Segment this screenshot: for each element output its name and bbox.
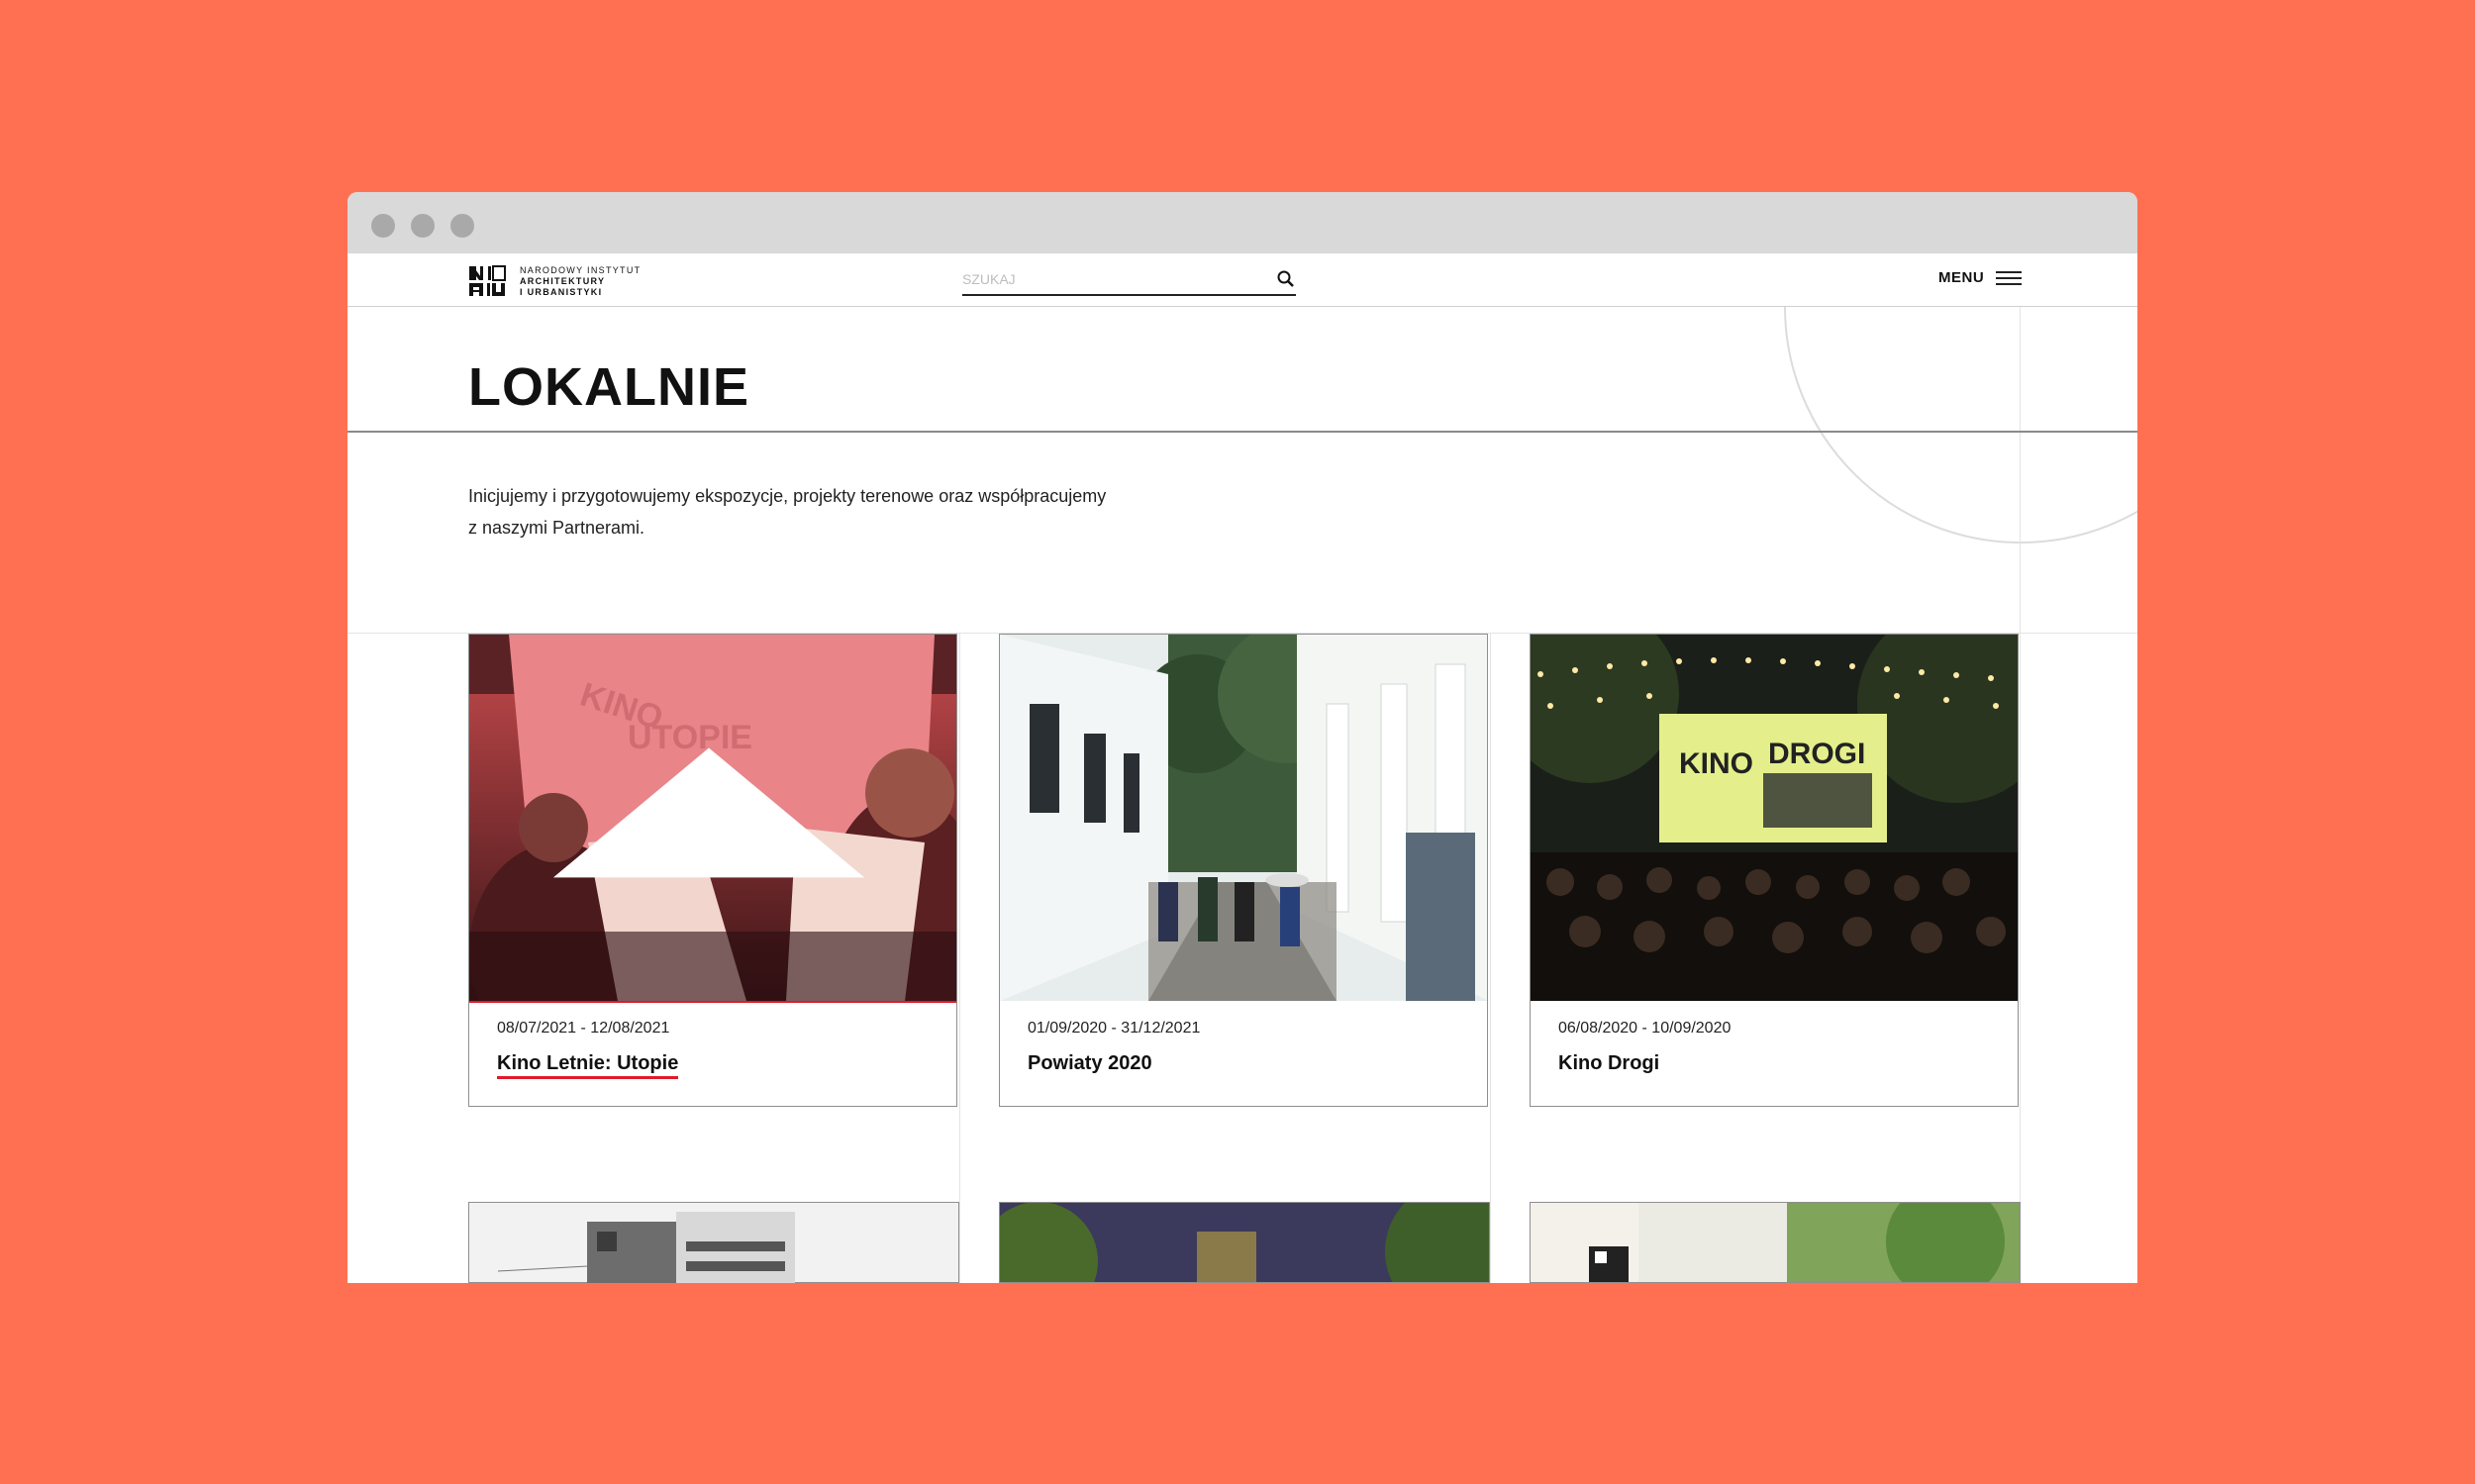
page-content: LOKALNIE Inicjujemy i przygotowujemy eks… bbox=[347, 307, 2137, 1283]
browser-window: NARODOWY INSTYTUT ARCHITEKTURY I URBANIS… bbox=[347, 192, 2137, 1283]
window-maximize-dot[interactable] bbox=[450, 214, 474, 238]
grid-line bbox=[1490, 634, 1491, 1283]
menu-button[interactable]: MENU bbox=[1938, 269, 2023, 286]
site-logo[interactable]: NARODOWY INSTYTUT ARCHITEKTURY I URBANIS… bbox=[468, 265, 641, 297]
page-title: LOKALNIE bbox=[468, 357, 749, 417]
menu-label: MENU bbox=[1938, 269, 1985, 286]
niau-logo-mark bbox=[468, 265, 506, 297]
event-card-row2-1[interactable] bbox=[468, 1202, 959, 1283]
event-card-image bbox=[1000, 635, 1487, 1001]
event-card-image: KINO DROGI bbox=[1531, 635, 2018, 1001]
intro-line-2: z naszymi Partnerami. bbox=[468, 518, 645, 538]
grid-line bbox=[2020, 307, 2021, 1283]
browser-chrome bbox=[347, 192, 2137, 253]
poster-text-drogi: DROGI bbox=[1768, 738, 1865, 770]
intro-text: Inicjujemy i przygotowujemy ekspozycje, … bbox=[468, 480, 1181, 544]
screen-text-utopie: UTOPIE bbox=[628, 719, 752, 756]
title-divider bbox=[347, 431, 2137, 433]
search-input[interactable] bbox=[962, 267, 1249, 287]
logo-line-1: NARODOWY INSTYTUT bbox=[520, 264, 642, 275]
event-card-date: 08/07/2021 - 12/08/2021 bbox=[497, 1020, 670, 1037]
logo-text: NARODOWY INSTYTUT ARCHITEKTURY I URBANIS… bbox=[520, 265, 641, 298]
event-card-title[interactable]: Powiaty 2020 bbox=[1028, 1052, 1152, 1075]
event-card-kino-letnie[interactable]: KINO UTOPIE 08/07/2021 - 12/08/2021 Kino… bbox=[468, 634, 957, 1107]
event-card-row2-3[interactable] bbox=[1530, 1202, 2021, 1283]
poster-text-kino: KINO bbox=[1679, 747, 1753, 780]
site-header: NARODOWY INSTYTUT ARCHITEKTURY I URBANIS… bbox=[347, 253, 2137, 307]
event-card-date: 06/08/2020 - 10/09/2020 bbox=[1558, 1020, 1732, 1037]
search-icon[interactable] bbox=[1276, 269, 1296, 289]
event-card-powiaty[interactable]: 01/09/2020 - 31/12/2021 Powiaty 2020 bbox=[999, 634, 1488, 1107]
logo-line-2: ARCHITEKTURY bbox=[520, 275, 606, 286]
event-card-row2-2[interactable] bbox=[999, 1202, 1490, 1283]
logo-line-3: I URBANISTYKI bbox=[520, 286, 603, 297]
grid-line bbox=[959, 634, 960, 1283]
window-close-dot[interactable] bbox=[371, 214, 395, 238]
event-card-image: KINO UTOPIE bbox=[469, 635, 956, 1003]
event-card-title[interactable]: Kino Letnie: Utopie bbox=[497, 1052, 679, 1079]
window-minimize-dot[interactable] bbox=[411, 214, 435, 238]
event-card-kino-drogi[interactable]: KINO DROGI 06/08/2020 - 10/09/2020 Kino … bbox=[1530, 634, 2019, 1107]
hamburger-menu-icon bbox=[1996, 270, 2023, 286]
event-card-date: 01/09/2020 - 31/12/2021 bbox=[1028, 1020, 1201, 1037]
search-box bbox=[962, 267, 1296, 296]
intro-line-1: Inicjujemy i przygotowujemy ekspozycje, … bbox=[468, 486, 1107, 506]
event-card-title[interactable]: Kino Drogi bbox=[1558, 1052, 1659, 1075]
